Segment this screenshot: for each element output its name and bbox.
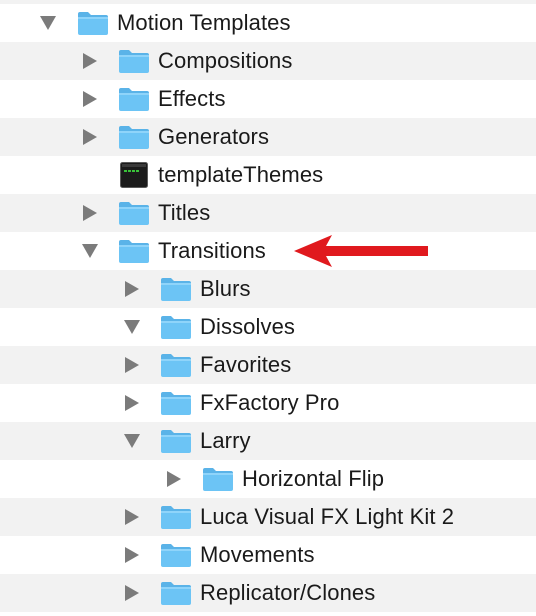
disclosure-triangle-expanded-icon[interactable]: [124, 320, 140, 334]
tree-row-larry[interactable]: Larry: [0, 422, 536, 460]
folder-icon: [118, 48, 150, 74]
tree-row-horizontal-flip[interactable]: Horizontal Flip: [0, 460, 536, 498]
disclosure-triangle-collapsed-icon[interactable]: [125, 547, 139, 563]
folder-icon: [160, 542, 192, 568]
disclosure-triangle-collapsed-icon[interactable]: [83, 91, 97, 107]
tree-item-label: Horizontal Flip: [242, 466, 385, 491]
folder-icon: [118, 124, 150, 150]
disclosure-triangle-expanded-icon[interactable]: [40, 16, 56, 30]
tree-item-label: Dissolves: [200, 314, 296, 339]
disclosure-triangle-collapsed-icon[interactable]: [125, 357, 139, 373]
tree-row-movements[interactable]: Movements: [0, 536, 536, 574]
folder-icon: [118, 200, 150, 226]
tree-row-titles[interactable]: Titles: [0, 194, 536, 232]
disclosure-triangle-collapsed-icon[interactable]: [125, 585, 139, 601]
disclosure-triangle-collapsed-icon[interactable]: [125, 509, 139, 525]
disclosure-triangle-collapsed-icon[interactable]: [125, 395, 139, 411]
folder-icon: [160, 390, 192, 416]
disclosure-triangle-collapsed-icon[interactable]: [167, 471, 181, 487]
disclosure-triangle-collapsed-icon[interactable]: [83, 53, 97, 69]
tree-row-blurs[interactable]: Blurs: [0, 270, 536, 308]
folder-icon: [160, 352, 192, 378]
disclosure-triangle-expanded-icon[interactable]: [124, 434, 140, 448]
tree-row-transitions[interactable]: Transitions: [0, 232, 536, 270]
tree-row-motion-templates[interactable]: Motion Templates: [0, 4, 536, 42]
folder-icon: [118, 238, 150, 264]
tree-item-label: Compositions: [158, 48, 293, 73]
folder-icon: [160, 276, 192, 302]
tree-row-compositions[interactable]: Compositions: [0, 42, 536, 80]
tree-item-label: Luca Visual FX Light Kit 2: [200, 504, 455, 529]
tree-item-label: Blurs: [200, 276, 251, 301]
tree-row-favorites[interactable]: Favorites: [0, 346, 536, 384]
finder-file-tree: Motion Templates Compositions Effects Ge…: [0, 0, 536, 616]
tree-item-label: FxFactory Pro: [200, 390, 340, 415]
red-arrow-icon: [292, 233, 430, 269]
disclosure-triangle-expanded-icon[interactable]: [82, 244, 98, 258]
tree-row-luca-visual-fx[interactable]: Luca Visual FX Light Kit 2: [0, 498, 536, 536]
folder-icon: [77, 10, 109, 36]
tree-item-label: Effects: [158, 86, 226, 111]
tree-item-label: Movements: [200, 542, 315, 567]
folder-icon: [160, 314, 192, 340]
folder-icon: [160, 580, 192, 606]
tree-item-label: Favorites: [200, 352, 292, 377]
folder-icon: [118, 86, 150, 112]
tree-item-label: Replicator/Clones: [200, 580, 376, 605]
folder-icon: [202, 466, 234, 492]
tree-row-replicator-clones[interactable]: Replicator/Clones: [0, 574, 536, 612]
folder-icon: [160, 504, 192, 530]
disclosure-triangle-collapsed-icon[interactable]: [83, 129, 97, 145]
tree-item-label: templateThemes: [158, 162, 324, 187]
tree-row-fxfactory-pro[interactable]: FxFactory Pro: [0, 384, 536, 422]
tree-item-label: Transitions: [158, 238, 266, 263]
terminal-executable-icon: [120, 162, 148, 188]
tree-item-label: Titles: [158, 200, 211, 225]
tree-row-dissolves[interactable]: Dissolves: [0, 308, 536, 346]
tree-item-label: Larry: [200, 428, 251, 453]
disclosure-triangle-collapsed-icon[interactable]: [125, 281, 139, 297]
tree-row-template-themes[interactable]: templateThemes: [0, 156, 536, 194]
tree-row-effects[interactable]: Effects: [0, 80, 536, 118]
tree-item-label: Generators: [158, 124, 270, 149]
folder-icon: [160, 428, 192, 454]
tree-row-generators[interactable]: Generators: [0, 118, 536, 156]
tree-item-label: Motion Templates: [117, 10, 291, 35]
disclosure-triangle-collapsed-icon[interactable]: [83, 205, 97, 221]
